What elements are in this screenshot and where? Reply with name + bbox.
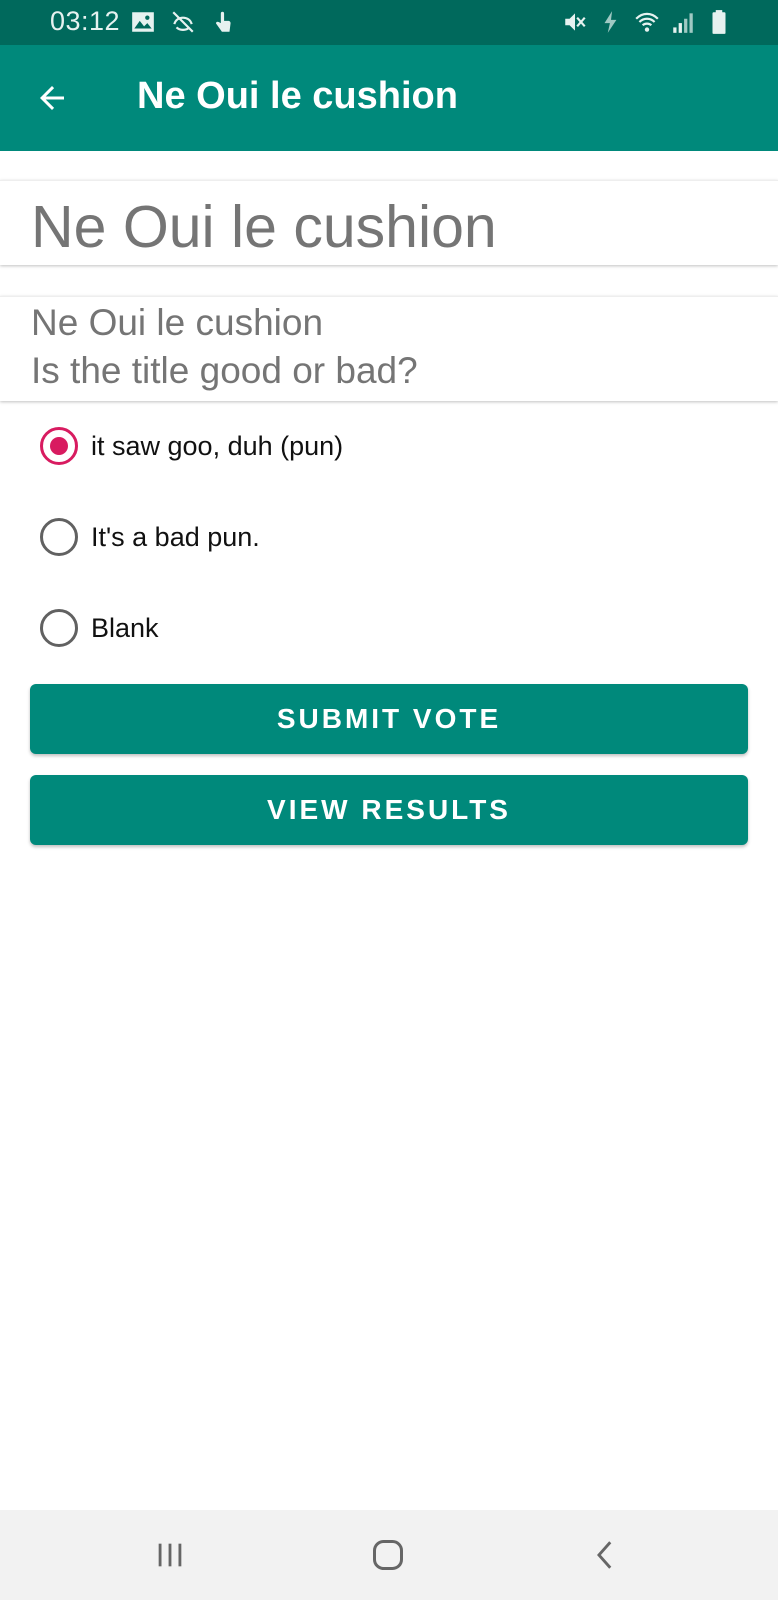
arrow-back-icon xyxy=(40,86,64,110)
battery-icon xyxy=(712,10,726,34)
poll-option-2[interactable]: It's a bad pun. xyxy=(40,515,260,559)
status-bar: 03:12 xyxy=(0,0,778,45)
home-icon xyxy=(373,1540,403,1570)
recent-apps-icon xyxy=(158,1543,182,1567)
radio-button-checked[interactable] xyxy=(40,427,78,465)
poll-option-3[interactable]: Blank xyxy=(40,606,159,650)
back-icon xyxy=(597,1541,612,1569)
wifi-icon xyxy=(635,12,659,32)
app-title: Ne Oui le cushion xyxy=(137,75,458,117)
poll-question-line-1: Ne Oui le cushion xyxy=(31,302,324,343)
mute-icon xyxy=(565,13,586,31)
poll-title-card: Ne Oui le cushion xyxy=(0,180,778,265)
poll-question-card: Ne Oui le cushion Is the title good or b… xyxy=(0,296,778,401)
status-right-icons xyxy=(562,9,732,35)
image-icon xyxy=(132,12,154,32)
signal-icon xyxy=(673,13,693,33)
poll-title: Ne Oui le cushion xyxy=(31,194,497,260)
system-back-button[interactable] xyxy=(576,1530,636,1580)
poll-option-label: it saw goo, duh (pun) xyxy=(91,430,344,461)
status-time: 03:12 xyxy=(50,6,121,36)
sync-off-icon xyxy=(172,11,194,33)
touch-icon xyxy=(216,11,231,32)
poll-option-label: Blank xyxy=(91,612,159,643)
charging-icon xyxy=(604,11,617,33)
home-button[interactable] xyxy=(358,1530,418,1580)
screen: 03:12 Ne Oui le cushion Ne Oui le cushio… xyxy=(0,0,778,1600)
view-results-button[interactable]: VIEW RESULTS xyxy=(30,775,748,845)
recent-apps-button[interactable] xyxy=(140,1530,200,1580)
status-left-icons xyxy=(130,9,236,35)
system-nav-bar xyxy=(0,1510,778,1600)
back-button[interactable] xyxy=(26,72,78,124)
poll-option-label: It's a bad pun. xyxy=(91,521,260,552)
poll-question-line-2: Is the title good or bad? xyxy=(31,350,418,391)
radio-button[interactable] xyxy=(40,609,78,647)
app-bar: Ne Oui le cushion xyxy=(0,45,778,151)
submit-vote-button[interactable]: SUBMIT VOTE xyxy=(30,684,748,754)
poll-option-1[interactable]: it saw goo, duh (pun) xyxy=(40,424,343,468)
radio-button[interactable] xyxy=(40,518,78,556)
